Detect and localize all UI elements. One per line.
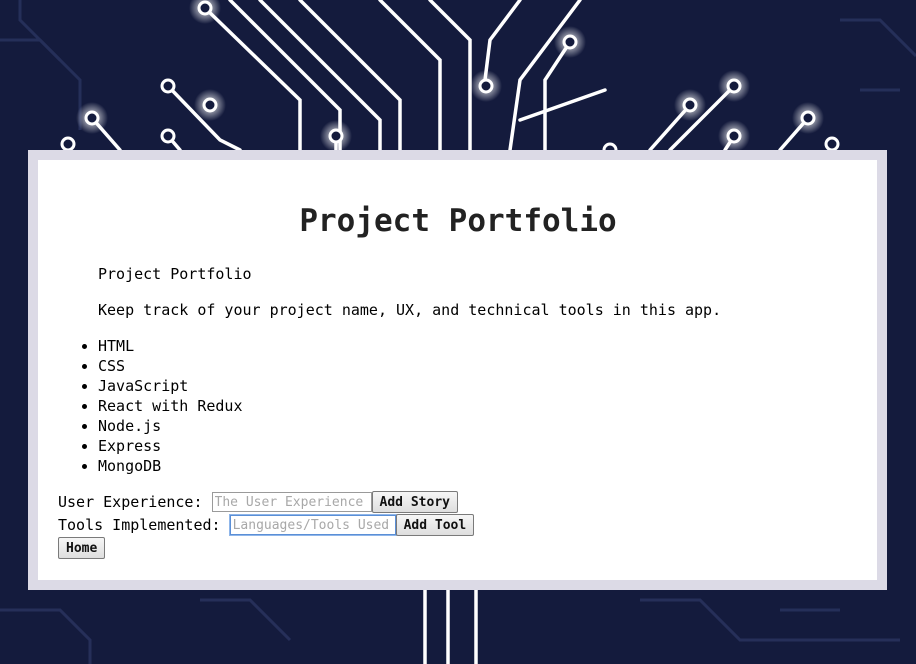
list-item: Express xyxy=(98,436,243,456)
list-item: HTML xyxy=(98,336,243,356)
ux-input[interactable] xyxy=(211,492,372,512)
project-description: Keep track of your project name, UX, and… xyxy=(98,301,722,319)
add-tool-button[interactable]: Add Tool xyxy=(395,514,475,536)
tools-label: Tools Implemented: xyxy=(58,516,230,534)
list-item: MongoDB xyxy=(98,456,243,476)
tools-list: HTML CSS JavaScript React with Redux Nod… xyxy=(60,336,243,476)
tools-row: Tools Implemented: Add Tool xyxy=(58,514,475,536)
add-story-button[interactable]: Add Story xyxy=(371,491,458,513)
list-item: Node.js xyxy=(98,416,243,436)
list-item: CSS xyxy=(98,356,243,376)
ux-row: User Experience: Add Story xyxy=(58,491,458,513)
tools-input[interactable] xyxy=(228,514,397,536)
home-button[interactable]: Home xyxy=(58,537,106,559)
list-item: React with Redux xyxy=(98,396,243,416)
ux-label: User Experience: xyxy=(58,493,212,511)
project-subtitle: Project Portfolio xyxy=(98,265,252,283)
page-title: Project Portfolio xyxy=(299,203,617,239)
list-item: JavaScript xyxy=(98,376,243,396)
